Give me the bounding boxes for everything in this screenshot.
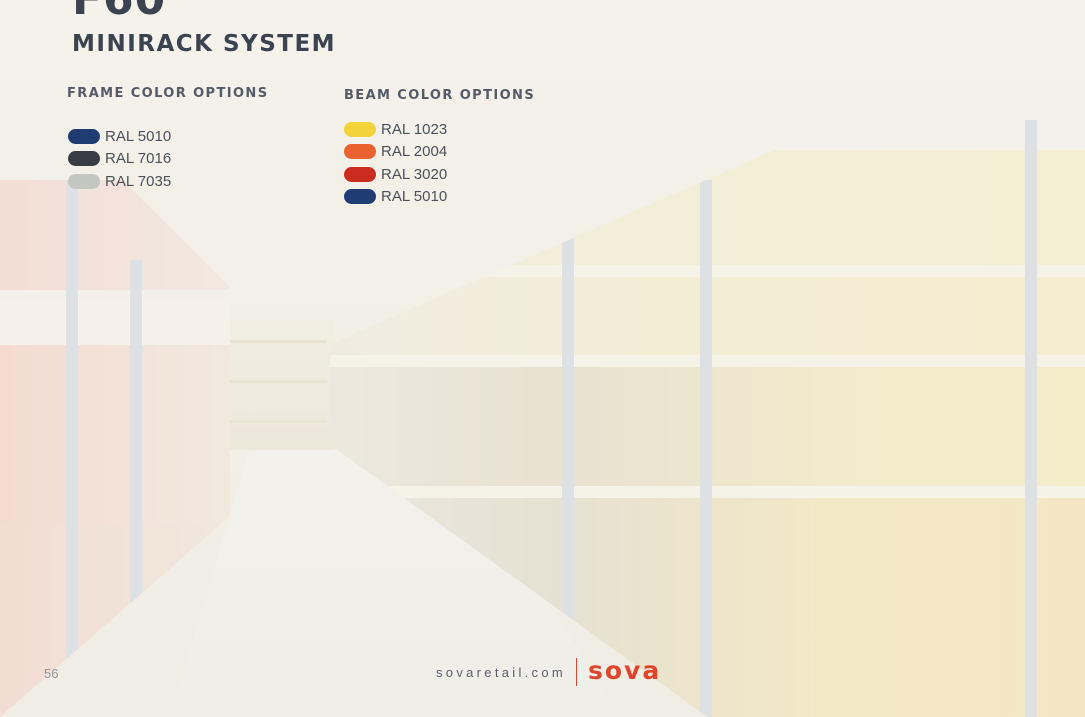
color-code-label: RAL 7016: [105, 150, 172, 168]
frame-color-list: RAL 5010 RAL 7016 RAL 7035: [68, 125, 171, 193]
supermarket-aisle-background: [0, 0, 1085, 717]
color-code-label: RAL 5010: [105, 127, 172, 145]
sova-logo: sova: [588, 656, 662, 685]
frame-color-option: RAL 7016: [68, 148, 171, 171]
color-swatch: [344, 166, 376, 182]
beam-color-heading: BEAM COLOR OPTIONS: [344, 88, 536, 103]
frame-color-option: RAL 5010: [68, 125, 171, 148]
color-code-label: RAL 3020: [381, 165, 448, 183]
color-swatch: [344, 121, 376, 137]
beam-color-option: RAL 5010: [344, 186, 447, 209]
color-code-label: RAL 5010: [381, 188, 448, 206]
footer-divider: [576, 658, 577, 686]
color-swatch: [344, 189, 376, 205]
frame-color-option: RAL 7035: [68, 170, 171, 193]
beam-color-option: RAL 2004: [344, 141, 447, 164]
color-swatch: [68, 128, 100, 144]
frame-color-heading: FRAME COLOR OPTIONS: [67, 86, 269, 101]
color-code-label: RAL 1023: [381, 120, 448, 138]
color-swatch: [344, 144, 376, 160]
color-code-label: RAL 2004: [381, 143, 448, 161]
color-code-label: RAL 7035: [105, 172, 172, 190]
page-title: MINIRACK SYSTEM: [72, 31, 337, 57]
beam-color-option: RAL 3020: [344, 163, 447, 186]
color-swatch: [68, 151, 100, 167]
series-code: F60: [72, 0, 166, 22]
catalog-page: F60 MINIRACK SYSTEM FRAME COLOR OPTIONS …: [0, 0, 1085, 717]
white-overlay: [0, 0, 1085, 717]
beam-color-option: RAL 1023: [344, 118, 447, 141]
website-link[interactable]: sovaretail.com: [436, 665, 566, 680]
beam-color-list: RAL 1023 RAL 2004 RAL 3020 RAL 5010: [344, 118, 447, 208]
color-swatch: [68, 173, 100, 189]
page-number: 56: [44, 666, 59, 681]
